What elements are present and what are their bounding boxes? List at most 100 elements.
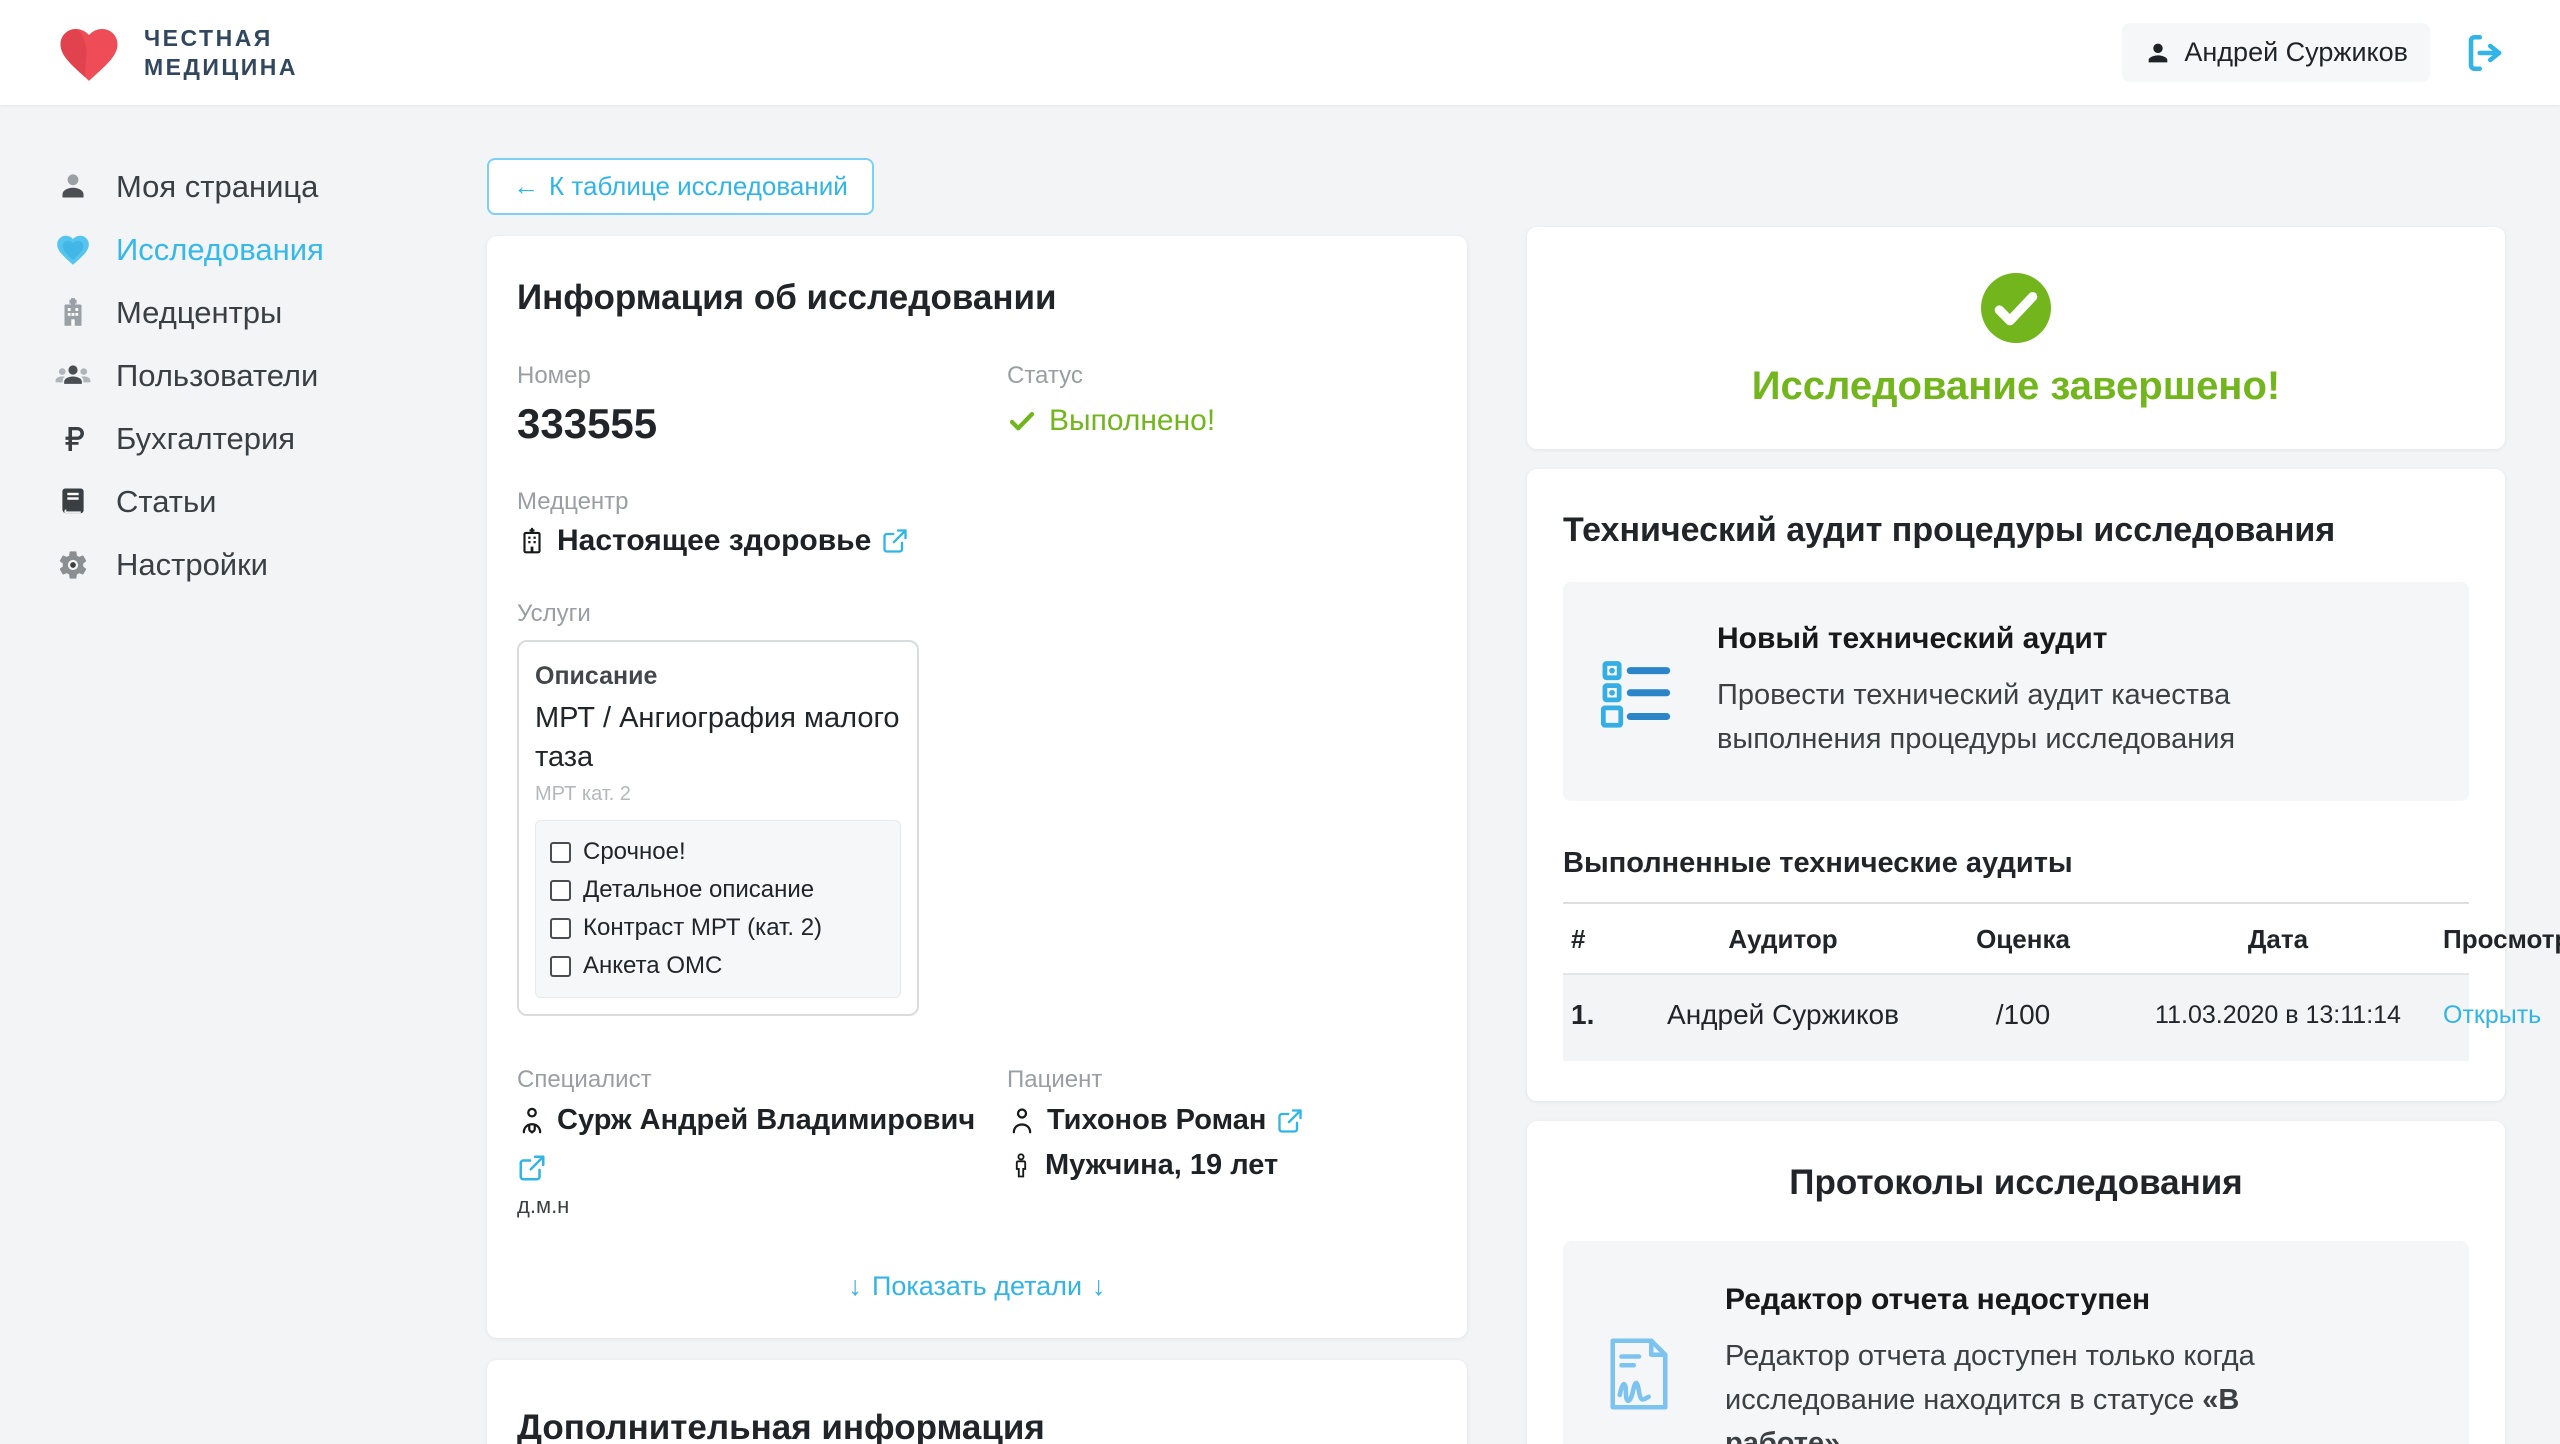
status-badge: Выполнено! xyxy=(1007,404,1437,438)
col-auditor: Аудитор xyxy=(1633,924,1933,955)
service-options: Срочное! Детальное описание Контраст МРТ… xyxy=(535,820,901,998)
checklist-icon xyxy=(1597,654,1673,730)
logo-text: ЧЕСТНАЯ МЕДИЦИНА xyxy=(144,24,298,80)
arrow-left-icon: ← xyxy=(513,171,539,202)
new-audit-description: Провести технический аудит качества выпо… xyxy=(1717,674,2367,761)
logo-line2: МЕДИЦИНА xyxy=(144,53,298,81)
sidebar-item-label: Статьи xyxy=(116,484,216,520)
checkbox[interactable] xyxy=(550,956,571,977)
open-audit-link[interactable]: Открыть xyxy=(2443,1001,2541,1030)
hospital-small-icon xyxy=(517,526,547,556)
sidebar-item-research[interactable]: Исследования xyxy=(54,218,460,281)
additional-info-title: Дополнительная информация xyxy=(517,1408,1437,1444)
sidebar-item-accounting[interactable]: Бухгалтерия xyxy=(54,407,460,470)
show-details-link[interactable]: ↓ Показать детали ↓ xyxy=(517,1271,1437,1302)
logout-icon[interactable] xyxy=(2464,31,2508,75)
service-option-urgent: Срочное! xyxy=(548,833,888,871)
heart-icon xyxy=(54,231,92,269)
sidebar-item-users[interactable]: Пользователи xyxy=(54,344,460,407)
back-button-label: К таблице исследований xyxy=(549,171,848,202)
audits-table-header: # Аудитор Оценка Дата Просмотр xyxy=(1563,904,2469,975)
sidebar-item-articles[interactable]: Статьи xyxy=(54,470,460,533)
specialist-label: Специалист xyxy=(517,1066,1007,1094)
users-group-icon xyxy=(54,357,92,395)
research-info-title: Информация об исследовании xyxy=(517,278,1437,318)
back-to-research-table-button[interactable]: ← К таблице исследований xyxy=(487,158,874,215)
technical-audit-title: Технический аудит процедуры исследования xyxy=(1563,511,2469,550)
patient-icon xyxy=(1007,1106,1037,1136)
checkbox[interactable] xyxy=(550,918,571,939)
protocols-title: Протоколы исследования xyxy=(1563,1163,2469,1203)
hospital-icon xyxy=(54,294,92,332)
external-link-icon[interactable] xyxy=(881,527,909,555)
service-option-oms: Анкета ОМС xyxy=(548,947,888,985)
status-label: Статус xyxy=(1007,362,1437,390)
audit-row-date: 11.03.2020 в 13:11:14 xyxy=(2113,1001,2443,1030)
sidebar-item-label: Моя страница xyxy=(116,169,318,205)
option-label: Анкета ОМС xyxy=(583,952,722,980)
sidebar-item-medcenters[interactable]: Медцентры xyxy=(54,281,460,344)
col-view: Просмотр xyxy=(2443,924,2560,955)
research-completed-message: Исследование завершено! xyxy=(1752,364,2280,409)
service-option-detailed: Детальное описание xyxy=(548,871,888,909)
current-user-button[interactable]: Андрей Суржиков xyxy=(2122,23,2430,82)
done-audits-title: Выполненные технические аудиты xyxy=(1563,847,2469,880)
document-signature-icon xyxy=(1597,1332,1681,1416)
medcenter-name: Настоящее здоровье xyxy=(557,524,871,558)
ruble-icon xyxy=(54,420,92,458)
sidebar-item-label: Медцентры xyxy=(116,295,282,331)
service-description-label: Описание xyxy=(535,662,901,691)
user-name: Андрей Суржиков xyxy=(2184,37,2408,68)
gear-icon xyxy=(54,546,92,584)
show-details-label: Показать детали xyxy=(872,1271,1082,1302)
external-link-icon[interactable] xyxy=(517,1153,1007,1183)
status-value: Выполнено! xyxy=(1049,404,1215,438)
col-num: # xyxy=(1563,924,1633,955)
technical-audit-card: Технический аудит процедуры исследования xyxy=(1527,469,2505,1101)
research-completed-card: Исследование завершено! xyxy=(1527,227,2505,449)
arrow-down-icon: ↓ xyxy=(1092,1271,1106,1302)
external-link-icon[interactable] xyxy=(1276,1107,1304,1135)
service-category: МРТ кат. 2 xyxy=(535,783,901,806)
medcenter-label: Медцентр xyxy=(517,488,1437,516)
number-label: Номер xyxy=(517,362,1007,390)
research-info-card: Информация об исследовании Номер 333555 … xyxy=(487,236,1467,1338)
additional-info-card: Дополнительная информация xyxy=(487,1360,1467,1444)
specialist-degree: д.м.н xyxy=(517,1193,1007,1219)
checkbox[interactable] xyxy=(550,880,571,901)
audit-row-auditor: Андрей Суржиков xyxy=(1633,999,1933,1031)
arrow-down-icon: ↓ xyxy=(848,1271,862,1302)
sidebar: Моя страница Исследования xyxy=(0,105,460,596)
report-editor-unavailable-box: Редактор отчета недоступен Редактор отче… xyxy=(1563,1241,2469,1444)
user-icon xyxy=(2144,39,2172,67)
sidebar-item-my-page[interactable]: Моя страница xyxy=(54,155,460,218)
option-label: Детальное описание xyxy=(583,876,814,904)
sidebar-item-settings[interactable]: Настройки xyxy=(54,533,460,596)
sidebar-item-label: Бухгалтерия xyxy=(116,421,295,457)
person-icon xyxy=(54,168,92,206)
service-description: МРТ / Ангиография малого таза xyxy=(535,699,901,777)
male-icon xyxy=(1007,1152,1035,1180)
check-circle-icon xyxy=(1976,268,2056,348)
service-option-contrast: Контраст МРТ (кат. 2) xyxy=(548,909,888,947)
services-label: Услуги xyxy=(517,600,1437,628)
patient-name: Тихонов Роман xyxy=(1047,1104,1266,1137)
option-label: Срочное! xyxy=(583,838,686,866)
app-header: ЧЕСТНАЯ МЕДИЦИНА Андрей Суржиков xyxy=(0,0,2560,105)
logo-line1: ЧЕСТНАЯ xyxy=(144,24,298,52)
patient-gender-age: Мужчина, 19 лет xyxy=(1045,1149,1278,1182)
audit-row-num: 1. xyxy=(1563,999,1633,1031)
audit-table-row: 1. Андрей Суржиков /100 11.03.2020 в 13:… xyxy=(1563,975,2469,1061)
research-number: 333555 xyxy=(517,400,1007,448)
sidebar-item-label: Пользователи xyxy=(116,358,318,394)
sidebar-item-label: Настройки xyxy=(116,547,268,583)
col-date: Дата xyxy=(2113,924,2443,955)
app-logo[interactable]: ЧЕСТНАЯ МЕДИЦИНА xyxy=(52,20,298,86)
audit-row-score: /100 xyxy=(1933,999,2113,1031)
patient-label: Пациент xyxy=(1007,1066,1437,1094)
book-icon xyxy=(54,483,92,521)
doctor-icon xyxy=(517,1106,547,1136)
new-audit-button[interactable]: Новый технический аудит Провести техниче… xyxy=(1563,582,2469,801)
checkbox[interactable] xyxy=(550,842,571,863)
specialist-name: Сурж Андрей Владимирович xyxy=(557,1104,975,1137)
